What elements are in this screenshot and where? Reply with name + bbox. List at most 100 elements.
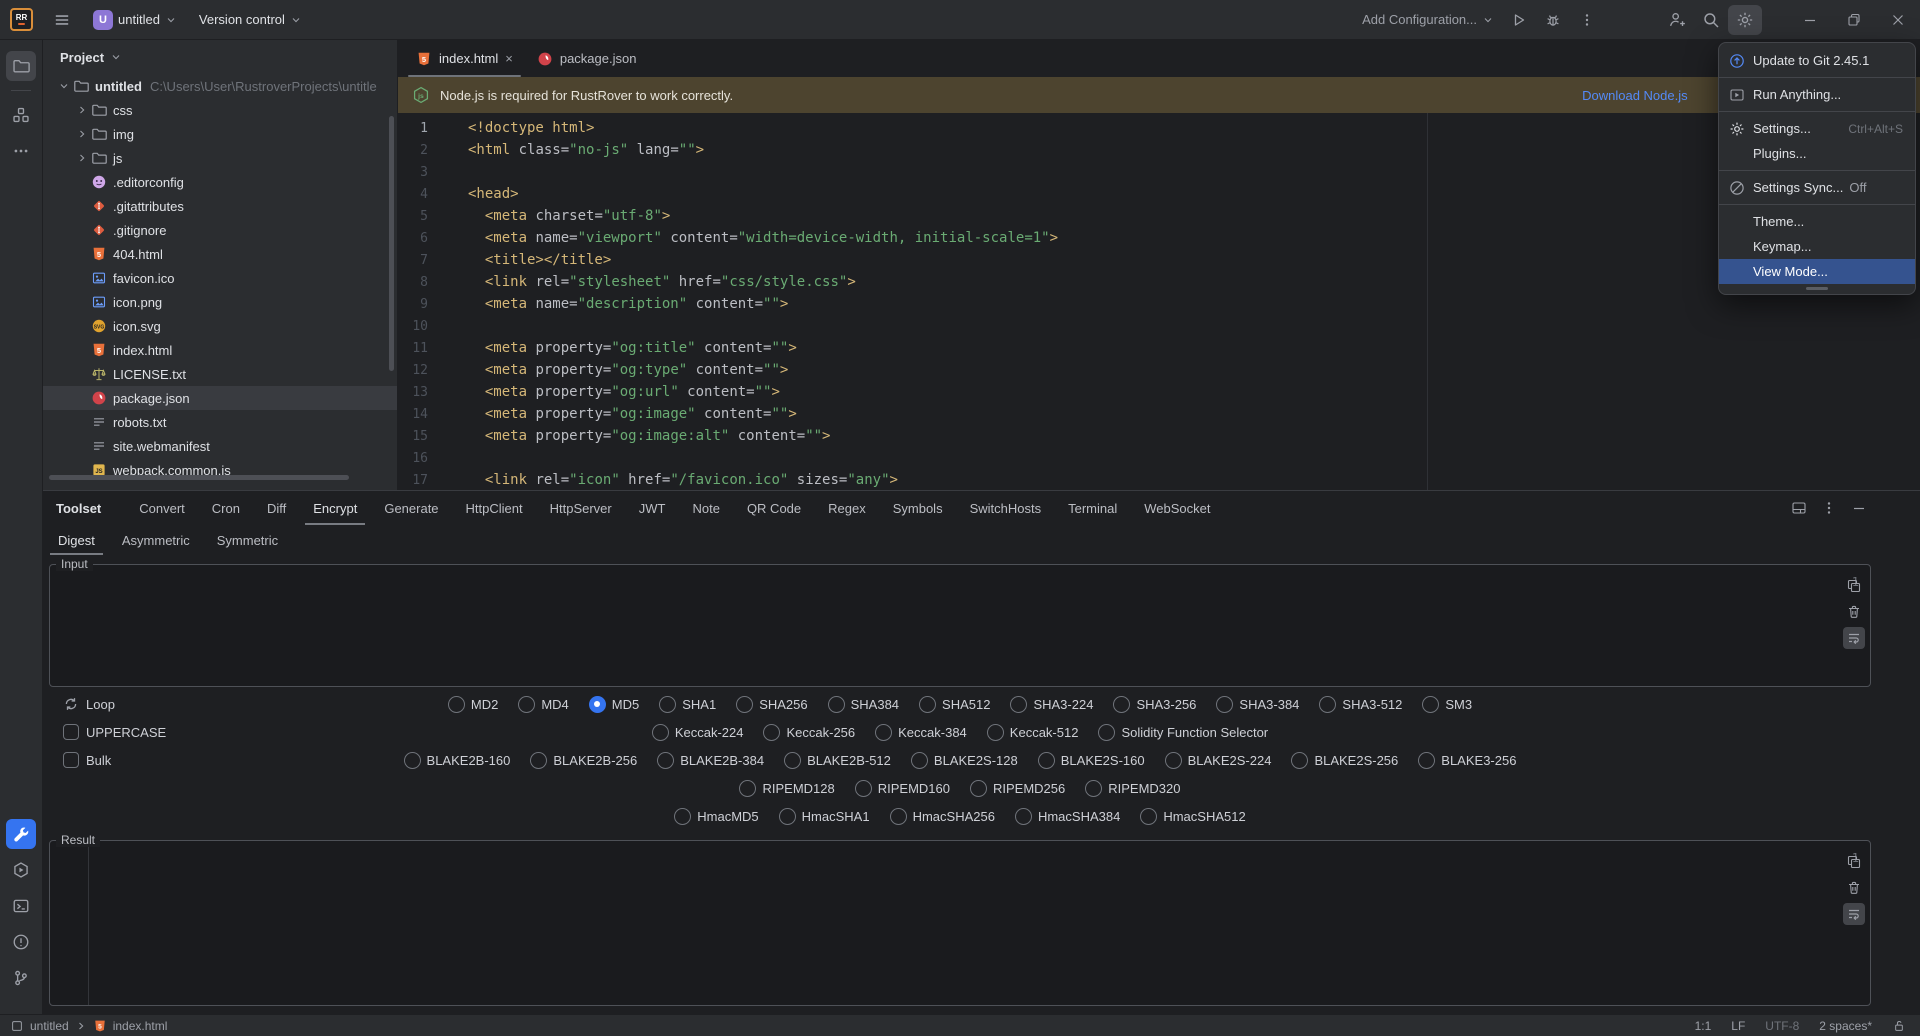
- code-line[interactable]: 1<!doctype html>: [398, 117, 1920, 139]
- menu-item-settings-sync[interactable]: Settings Sync...Off: [1719, 175, 1915, 200]
- indent-widget[interactable]: 2 spaces*: [1819, 1019, 1872, 1033]
- radio-blake2s-256[interactable]: BLAKE2S-256: [1291, 752, 1398, 769]
- run-button[interactable]: [1502, 5, 1536, 35]
- radio-hmacsha384[interactable]: HmacSHA384: [1015, 808, 1120, 825]
- tree-item-icon-svg[interactable]: SVGicon.svg: [43, 314, 397, 338]
- radio-blake2s-128[interactable]: BLAKE2S-128: [911, 752, 1018, 769]
- radio-sha3-256[interactable]: SHA3-256: [1113, 696, 1196, 713]
- tree-item-index-html[interactable]: 5index.html: [43, 338, 397, 362]
- download-nodejs-link[interactable]: Download Node.js: [1582, 88, 1688, 103]
- toolset-tool-button[interactable]: [6, 819, 36, 849]
- structure-tool-button[interactable]: [6, 100, 36, 130]
- radio-sha1[interactable]: SHA1: [659, 696, 716, 713]
- tree-item-favicon-ico[interactable]: favicon.ico: [43, 266, 397, 290]
- tree-item-editorconfig[interactable]: .editorconfig: [43, 170, 397, 194]
- code-line[interactable]: 4<head>: [398, 183, 1920, 205]
- radio-hmacmd5[interactable]: HmacMD5: [674, 808, 758, 825]
- encrypt-subtab-digest[interactable]: Digest: [56, 525, 97, 555]
- code-line[interactable]: 17 <link rel="icon" href="/favicon.ico" …: [398, 469, 1920, 490]
- toolwindow-hide-button[interactable]: [1851, 500, 1867, 516]
- tree-item-gitattributes[interactable]: .gitattributes: [43, 194, 397, 218]
- code-line[interactable]: 2<html class="no-js" lang="">: [398, 139, 1920, 161]
- menu-item-keymap[interactable]: Keymap...: [1719, 234, 1915, 259]
- radio-hmacsha1[interactable]: HmacSHA1: [779, 808, 870, 825]
- code-line[interactable]: 7 <title></title>: [398, 249, 1920, 271]
- tree-item-gitignore[interactable]: .gitignore: [43, 218, 397, 242]
- tree-item-site-webmanifest[interactable]: site.webmanifest: [43, 434, 397, 458]
- code-line[interactable]: 11 <meta property="og:title" content="">: [398, 337, 1920, 359]
- toolwindow-layout-button[interactable]: [1791, 500, 1807, 516]
- radio-ripemd256[interactable]: RIPEMD256: [970, 780, 1065, 797]
- main-menu-button[interactable]: [45, 5, 79, 35]
- menu-resize-grip[interactable]: [1806, 287, 1828, 290]
- input-panel[interactable]: Input 1: [49, 557, 1871, 687]
- bulk-checkbox[interactable]: Bulk: [63, 749, 166, 771]
- result-panel[interactable]: Result 1: [49, 833, 1871, 1006]
- services-tool-button[interactable]: [6, 855, 36, 885]
- readonly-toggle-button[interactable]: [1892, 1019, 1906, 1033]
- more-actions-button[interactable]: [1570, 5, 1604, 35]
- code-editor[interactable]: 1<!doctype html>2<html class="no-js" lan…: [398, 113, 1920, 490]
- radio-sm3[interactable]: SM3: [1422, 696, 1472, 713]
- toolset-tab-symbols[interactable]: Symbols: [891, 491, 945, 525]
- radio-blake3-256[interactable]: BLAKE3-256: [1418, 752, 1516, 769]
- toolset-tab-note[interactable]: Note: [690, 491, 721, 525]
- encrypt-subtab-symmetric[interactable]: Symmetric: [215, 525, 280, 555]
- close-tab-icon[interactable]: ×: [505, 52, 513, 65]
- toolset-tab-switchhosts[interactable]: SwitchHosts: [968, 491, 1044, 525]
- run-configuration-selector[interactable]: Add Configuration...: [1354, 5, 1502, 35]
- result-clear-button[interactable]: [1843, 877, 1865, 899]
- radio-blake2s-224[interactable]: BLAKE2S-224: [1165, 752, 1272, 769]
- radio-ripemd320[interactable]: RIPEMD320: [1085, 780, 1180, 797]
- radio-keccak-256[interactable]: Keccak-256: [763, 724, 855, 741]
- radio-hmacsha512[interactable]: HmacSHA512: [1140, 808, 1245, 825]
- code-line[interactable]: 3: [398, 161, 1920, 183]
- tree-item-untitled[interactable]: untitledC:\Users\User\RustroverProjects\…: [43, 74, 397, 98]
- result-copy-button[interactable]: [1843, 851, 1865, 873]
- uppercase-checkbox[interactable]: UPPERCASE: [63, 721, 166, 743]
- tree-vertical-scrollbar[interactable]: [389, 116, 394, 371]
- terminal-tool-button[interactable]: [6, 891, 36, 921]
- radio-blake2b-160[interactable]: BLAKE2B-160: [404, 752, 511, 769]
- radio-md2[interactable]: MD2: [448, 696, 498, 713]
- editor-tab-package-json[interactable]: package.json: [525, 40, 649, 77]
- radio-md5[interactable]: MD5: [589, 696, 639, 713]
- code-line[interactable]: 5 <meta charset="utf-8">: [398, 205, 1920, 227]
- radio-keccak-224[interactable]: Keccak-224: [652, 724, 744, 741]
- code-line[interactable]: 8 <link rel="stylesheet" href="css/style…: [398, 271, 1920, 293]
- radio-blake2b-512[interactable]: BLAKE2B-512: [784, 752, 891, 769]
- breadcrumb-file[interactable]: index.html: [113, 1019, 168, 1033]
- breadcrumb-project[interactable]: untitled: [30, 1019, 69, 1033]
- editor-tab-index-html[interactable]: 5index.html×: [404, 40, 525, 77]
- code-line[interactable]: 9 <meta name="description" content="">: [398, 293, 1920, 315]
- code-line[interactable]: 12 <meta property="og:type" content="">: [398, 359, 1920, 381]
- toolset-tab-httpclient[interactable]: HttpClient: [464, 491, 525, 525]
- radio-blake2s-160[interactable]: BLAKE2S-160: [1038, 752, 1145, 769]
- radio-md4[interactable]: MD4: [518, 696, 568, 713]
- toolwindow-options-button[interactable]: [1821, 500, 1837, 516]
- radio-ripemd128[interactable]: RIPEMD128: [739, 780, 834, 797]
- radio-sha3-384[interactable]: SHA3-384: [1216, 696, 1299, 713]
- vcs-widget[interactable]: Version control: [191, 5, 310, 35]
- menu-item-plugins[interactable]: Plugins...: [1719, 141, 1915, 166]
- radio-keccak-384[interactable]: Keccak-384: [875, 724, 967, 741]
- project-tool-button[interactable]: [6, 51, 36, 81]
- menu-item-run-anything[interactable]: Run Anything...: [1719, 82, 1915, 107]
- tree-item-css[interactable]: css: [43, 98, 397, 122]
- code-line[interactable]: 16: [398, 447, 1920, 469]
- menu-item-view-mode[interactable]: View Mode...: [1719, 259, 1915, 284]
- encoding-widget[interactable]: UTF-8: [1765, 1019, 1799, 1033]
- radio-hmacsha256[interactable]: HmacSHA256: [890, 808, 995, 825]
- toolset-tab-jwt[interactable]: JWT: [637, 491, 668, 525]
- toolset-tab-cron[interactable]: Cron: [210, 491, 242, 525]
- radio-ripemd160[interactable]: RIPEMD160: [855, 780, 950, 797]
- toolset-tab-convert[interactable]: Convert: [137, 491, 187, 525]
- tree-item-license-txt[interactable]: LICENSE.txt: [43, 362, 397, 386]
- tree-horizontal-scrollbar[interactable]: [49, 475, 349, 480]
- problems-tool-button[interactable]: [6, 927, 36, 957]
- tree-item-404-html[interactable]: 5404.html: [43, 242, 397, 266]
- radio-sha3-512[interactable]: SHA3-512: [1319, 696, 1402, 713]
- code-line[interactable]: 6 <meta name="viewport" content="width=d…: [398, 227, 1920, 249]
- menu-item-settings[interactable]: Settings...Ctrl+Alt+S: [1719, 116, 1915, 141]
- radio-sha256[interactable]: SHA256: [736, 696, 807, 713]
